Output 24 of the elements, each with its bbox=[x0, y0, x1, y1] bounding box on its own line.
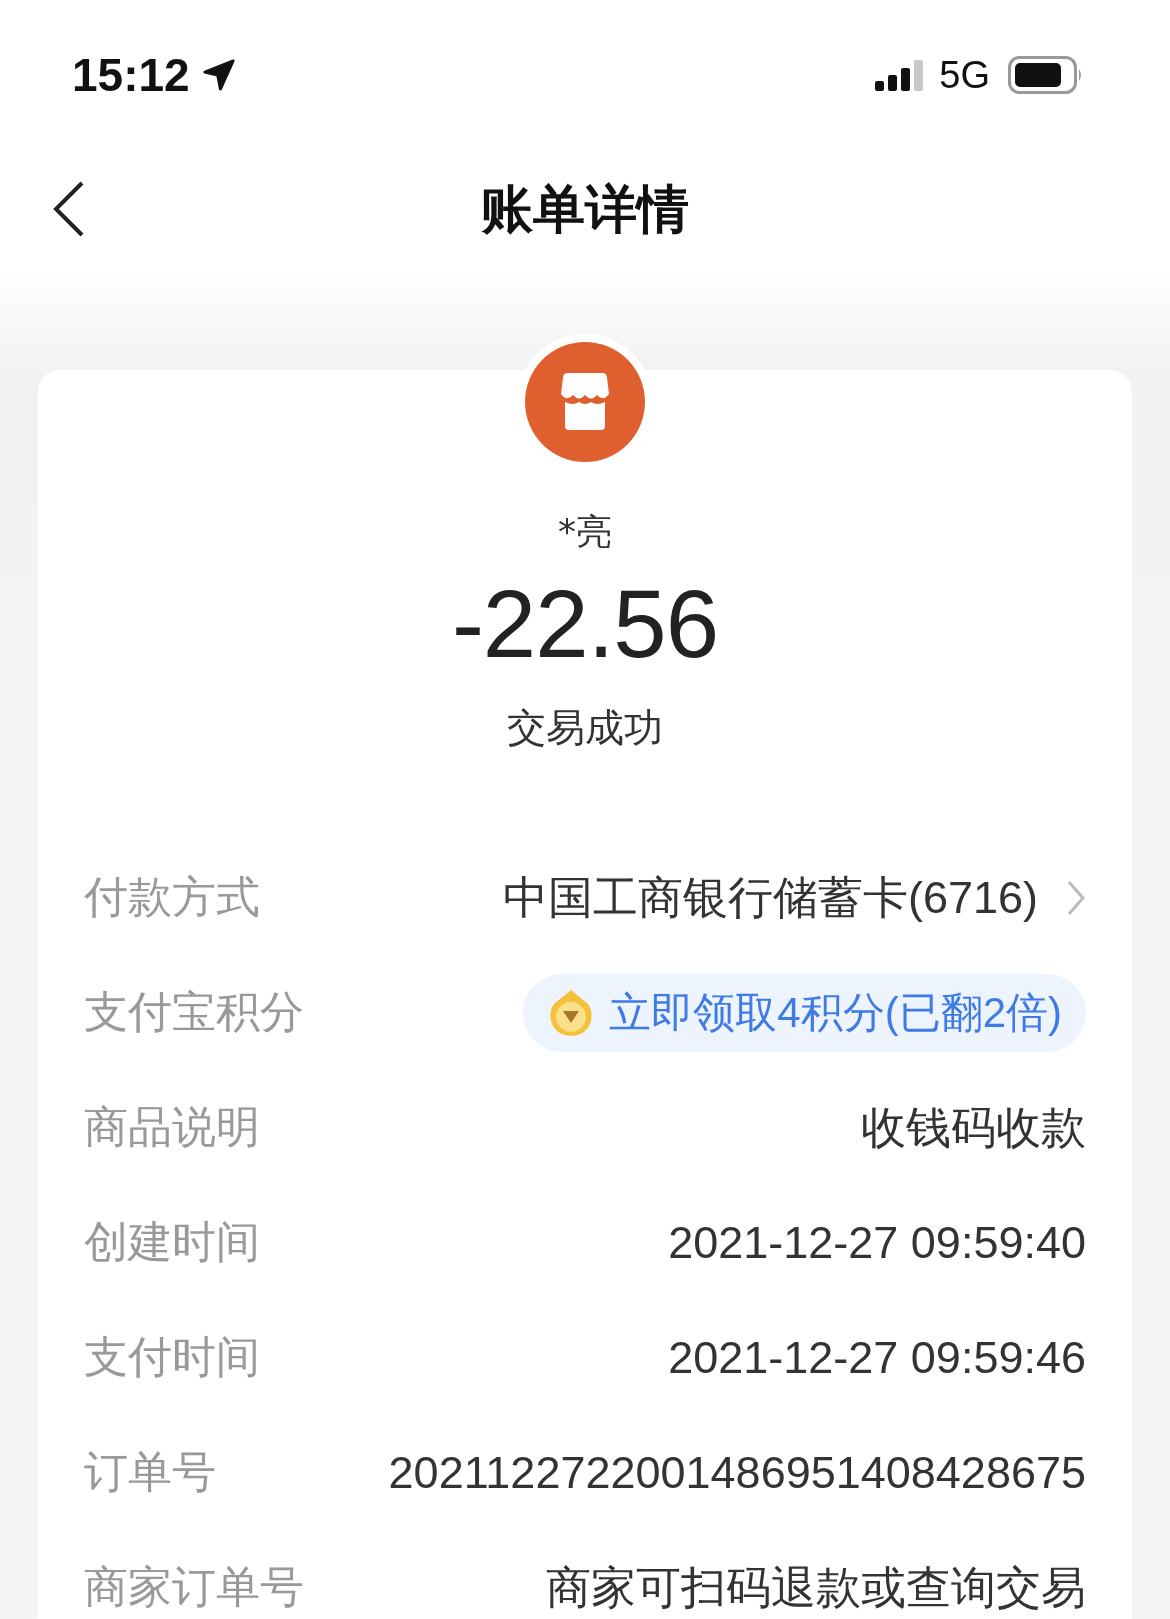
points-button[interactable]: 立即领取4积分(已翻2倍) bbox=[523, 973, 1086, 1052]
row-value: 2021-12-27 09:59:46 bbox=[668, 1331, 1086, 1384]
row-value: 商家可扫码退款或查询交易 bbox=[546, 1560, 1086, 1615]
store-icon bbox=[525, 342, 645, 462]
row-label: 支付时间 bbox=[84, 1330, 260, 1384]
battery-icon bbox=[1008, 56, 1084, 94]
status-time: 15:12 bbox=[72, 48, 190, 102]
page-title: 账单详情 bbox=[481, 178, 689, 241]
amount: -22.56 bbox=[451, 569, 719, 679]
row-value: 2021122722001486951408428675 bbox=[388, 1446, 1086, 1499]
network-label: 5G bbox=[939, 53, 990, 97]
payee-name: *亮 bbox=[558, 510, 612, 554]
row-label: 支付宝积分 bbox=[84, 985, 304, 1039]
location-arrow-icon bbox=[201, 58, 236, 92]
row-label: 商家订单号 bbox=[84, 1560, 304, 1614]
transaction-status: 交易成功 bbox=[507, 704, 663, 752]
row-value: 2021-12-27 09:59:40 bbox=[668, 1216, 1086, 1269]
row-label: 订单号 bbox=[84, 1445, 216, 1499]
row-label: 创建时间 bbox=[84, 1215, 260, 1269]
payment-method-link[interactable]: 中国工商银行储蓄卡(6716) bbox=[502, 867, 1086, 928]
row-value: 收钱码收款 bbox=[861, 1100, 1086, 1155]
coin-icon bbox=[549, 988, 594, 1037]
row-label: 商品说明 bbox=[84, 1100, 260, 1154]
row-label: 付款方式 bbox=[84, 870, 260, 924]
